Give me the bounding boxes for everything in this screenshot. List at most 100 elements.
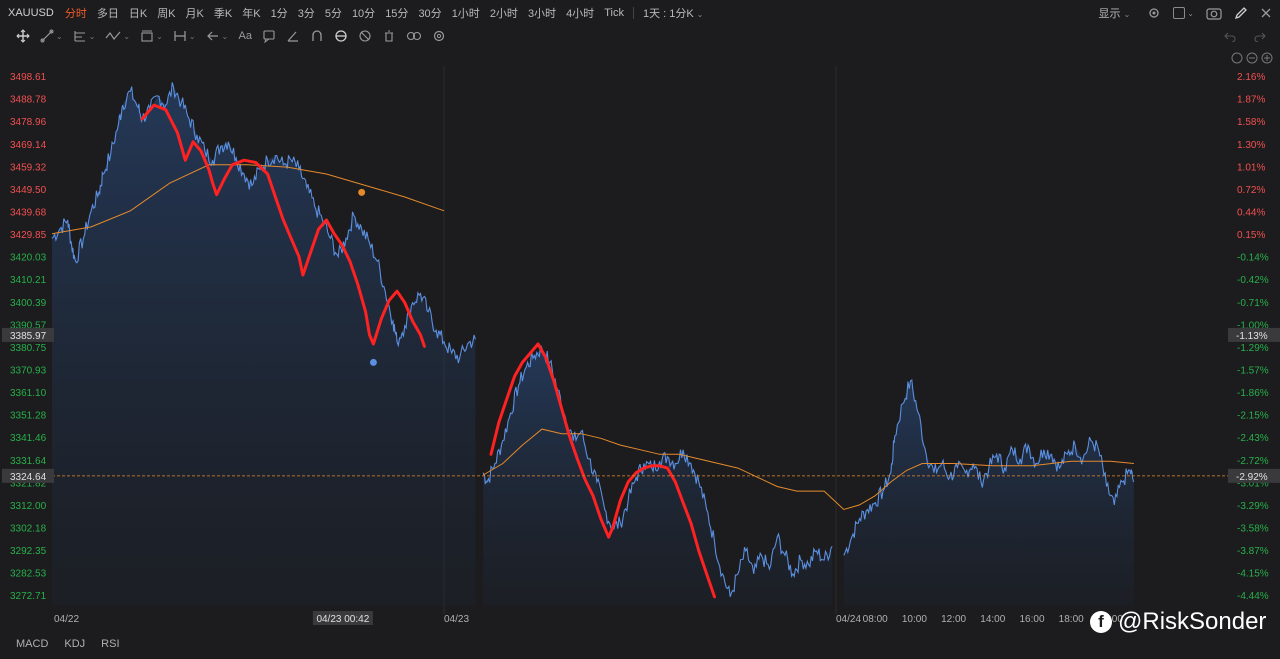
- timeframe-tab[interactable]: 30分: [413, 5, 446, 21]
- symbol-name[interactable]: XAUUSD: [0, 7, 60, 19]
- crosshair-percent-label: -1.13%: [1236, 331, 1268, 342]
- price-tick-label: 3351.28: [10, 411, 47, 422]
- note-tool-icon: [263, 30, 275, 43]
- percent-tick-label: -1.86%: [1237, 388, 1269, 399]
- pen-tool[interactable]: [281, 26, 305, 46]
- trash-tool[interactable]: [377, 26, 401, 46]
- timeframe-tab[interactable]: 3分: [293, 5, 320, 21]
- percent-tick-label: -2.15%: [1237, 411, 1269, 422]
- timeframe-tab[interactable]: 1小时: [447, 5, 485, 21]
- timeframe-tab[interactable]: 月K: [181, 5, 209, 21]
- line-tool-icon: [40, 29, 54, 43]
- timeframe-tab[interactable]: 年K: [237, 5, 265, 21]
- time-tick-label: 08:00: [863, 614, 888, 625]
- timeframe-tabs: 分时 多日 日K 周K 月K 季K 年K 1分 3分 5分 10分 15分 30分 1小时 2小时 3小时 4小…: [60, 5, 629, 21]
- period-select[interactable]: 1天 : 1分K ⌄: [638, 5, 709, 21]
- reset-zoom-icon[interactable]: [1231, 52, 1243, 64]
- time-tick-label: 14:00: [980, 614, 1005, 625]
- percent-tick-label: -1.29%: [1237, 343, 1269, 354]
- chevron-down-icon: ⌄: [1187, 8, 1194, 18]
- price-tick-label: 3292.35: [10, 546, 47, 557]
- link-icon: [407, 31, 422, 41]
- redo-icon[interactable]: [1254, 30, 1266, 42]
- drawing-anchor-point[interactable]: [369, 358, 377, 366]
- timeframe-tab[interactable]: 日K: [124, 5, 152, 21]
- percent-tick-label: -4.15%: [1237, 569, 1269, 580]
- fib-tool-icon: [74, 31, 85, 42]
- drawing-toolbar: ⌄ ⌄ ⌄ ⌄ ⌄ ⌄ Aa: [0, 26, 1280, 46]
- indicator-tab-rsi[interactable]: RSI: [93, 638, 127, 650]
- time-tick-label: 04/23 00:42: [316, 614, 369, 625]
- text-tool-icon: Aa: [238, 30, 252, 42]
- settings-icon[interactable]: [1147, 6, 1161, 20]
- percent-tick-label: -0.71%: [1237, 298, 1269, 309]
- timeframe-tab[interactable]: 10分: [347, 5, 380, 21]
- price-area-fill: [483, 348, 833, 606]
- timeframe-tab[interactable]: 周K: [152, 5, 180, 21]
- trash-icon: [385, 30, 394, 42]
- note-tool[interactable]: [257, 26, 281, 46]
- facebook-icon: f: [1090, 611, 1112, 633]
- price-tick-label: 3449.50: [10, 185, 47, 196]
- price-chart[interactable]: 3498.61 3488.78 3478.96 3469.14 3459.32 3449.…: [0, 46, 1280, 630]
- measure-tool[interactable]: ⌄: [168, 26, 201, 46]
- price-tick-label: 3478.96: [10, 117, 47, 128]
- timeframe-tab[interactable]: 5分: [320, 5, 347, 21]
- timeframe-tab[interactable]: Tick: [599, 7, 629, 19]
- percent-tick-label: 0.15%: [1237, 230, 1265, 241]
- drawing-settings-tool[interactable]: [427, 26, 451, 46]
- price-tick-label: 3498.61: [10, 72, 47, 83]
- price-tick-label: 3282.53: [10, 569, 47, 580]
- layout-icon[interactable]: ⌄: [1173, 7, 1194, 19]
- indicator-tab-kdj[interactable]: KDJ: [56, 638, 93, 650]
- timeframe-tab[interactable]: 多日: [92, 5, 124, 21]
- percent-tick-label: -0.14%: [1237, 253, 1269, 264]
- timeframe-tab[interactable]: 3小时: [523, 5, 561, 21]
- percent-tick-label: -3.58%: [1237, 523, 1269, 534]
- hide-tool[interactable]: [353, 26, 377, 46]
- drawing-anchor-point[interactable]: [358, 188, 366, 196]
- percent-tick-label: -0.42%: [1237, 275, 1269, 286]
- settings-icon: [434, 30, 445, 42]
- percent-tick-label: -4.44%: [1237, 591, 1269, 602]
- hide-icon: [359, 30, 371, 42]
- crosshair-tool[interactable]: [0, 26, 35, 46]
- price-tick-label: 3272.71: [10, 591, 47, 602]
- crosshair-price-label: 3385.97: [10, 331, 47, 342]
- magnet-icon: [312, 30, 322, 41]
- pattern-tool[interactable]: ⌄: [100, 26, 135, 46]
- display-menu[interactable]: 显示 ⌄: [1094, 5, 1136, 21]
- chevron-down-icon: ⌄: [696, 10, 704, 19]
- link-tool[interactable]: [401, 26, 427, 46]
- lock-tool[interactable]: [329, 26, 353, 46]
- magnet-tool[interactable]: [305, 26, 329, 46]
- price-tick-label: 3410.21: [10, 275, 47, 286]
- price-tick-label: 3361.10: [10, 388, 47, 399]
- price-area-fill: [52, 86, 476, 606]
- time-tick-label: 16:00: [1019, 614, 1044, 625]
- indicator-tab-macd[interactable]: MACD: [0, 638, 56, 650]
- undo-icon[interactable]: [1224, 30, 1236, 42]
- text-tool[interactable]: Aa: [233, 26, 257, 46]
- chart-area[interactable]: 3498.61 3488.78 3478.96 3469.14 3459.32 3449.…: [0, 46, 1280, 630]
- timeframe-tab[interactable]: 4小时: [561, 5, 599, 21]
- camera-icon[interactable]: [1206, 6, 1222, 20]
- arrow-tool[interactable]: ⌄: [201, 26, 234, 46]
- price-tick-label: 3400.39: [10, 298, 47, 309]
- fib-tool[interactable]: ⌄: [68, 26, 101, 46]
- pencil-icon[interactable]: [1234, 6, 1248, 20]
- timeframe-tab[interactable]: 季K: [209, 5, 237, 21]
- timeframe-tab[interactable]: 15分: [380, 5, 413, 21]
- timeframe-tab[interactable]: 分时: [60, 5, 92, 21]
- measure-tool-icon: [174, 31, 186, 41]
- line-tool[interactable]: ⌄: [35, 26, 68, 46]
- percent-tick-label: 0.44%: [1237, 208, 1265, 219]
- timeframe-tab[interactable]: 1分: [266, 5, 293, 21]
- percent-tick-label: 1.01%: [1237, 162, 1265, 173]
- price-area-fill: [843, 380, 1134, 606]
- percent-tick-label: -1.57%: [1237, 365, 1269, 376]
- time-tick-label: 10:00: [902, 614, 927, 625]
- shape-tool[interactable]: ⌄: [135, 26, 168, 46]
- timeframe-tab[interactable]: 2小时: [485, 5, 523, 21]
- close-icon[interactable]: [1260, 7, 1272, 19]
